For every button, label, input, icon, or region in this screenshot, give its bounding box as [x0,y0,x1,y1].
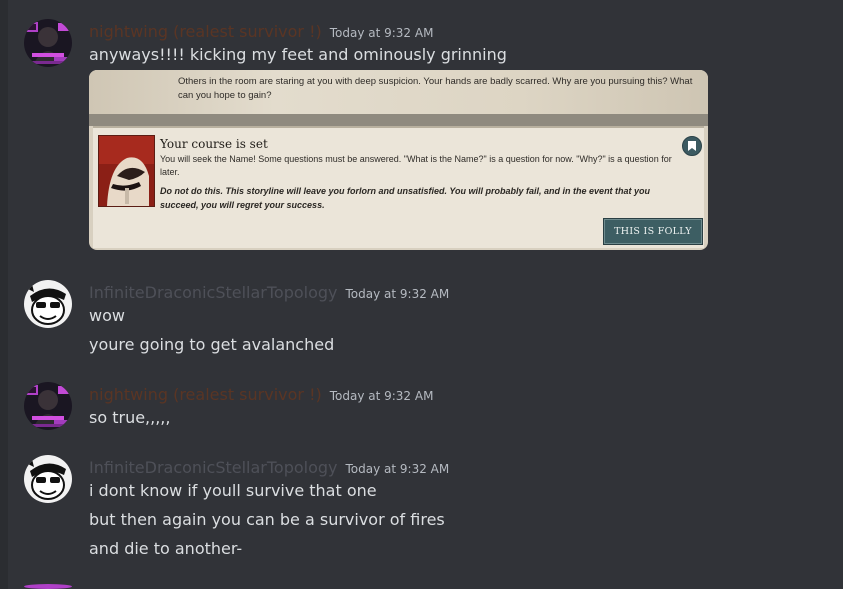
message-text: wow [89,306,125,325]
message-header: InfiniteDraconicStellarTopology Today at … [89,458,449,477]
avatar[interactable] [24,455,72,503]
author-name[interactable]: nightwing (realest survivor !) [89,22,322,41]
timestamp: Today at 9:32 AM [329,389,434,403]
author-name[interactable]: InfiniteDraconicStellarTopology [89,283,338,302]
message-text: but then again you can be a survivor of … [89,510,445,529]
storylet-title: Your course is set [160,137,268,151]
message-header: nightwing (realest survivor !) Today at 9… [89,385,433,404]
avatar[interactable] [24,280,72,328]
storylet-body: You will seek the Name! Some questions m… [160,154,672,177]
left-strip [0,0,8,589]
avatar[interactable] [24,382,72,430]
timestamp: Today at 9:32 AM [329,26,434,40]
embed-top-panel: Others in the room are staring at you wi… [89,70,708,114]
timestamp: Today at 9:32 AM [345,462,450,476]
storylet-image [98,135,155,207]
bookmark-icon[interactable] [682,136,702,156]
storylet-card: Your course is set You will seek the Nam… [93,126,704,248]
author-name[interactable]: InfiniteDraconicStellarTopology [89,458,338,477]
embed-top-text: Others in the room are staring at you wi… [178,76,693,101]
avatar[interactable] [24,584,72,589]
game-screenshot-embed[interactable]: Others in the room are staring at you wi… [89,70,708,250]
message-header: nightwing (realest survivor !) Today at 9… [89,22,433,41]
embed-divider [89,114,708,126]
message-text: and die to another- [89,539,243,558]
message-header: InfiniteDraconicStellarTopology Today at … [89,283,449,302]
message-text: youre going to get avalanched [89,335,335,354]
avatar[interactable] [24,19,72,67]
message-text: i dont know if youll survive that one [89,481,377,500]
message-text: anyways!!!! kicking my feet and ominousl… [89,45,507,64]
message-text: so true,,,,, [89,408,171,427]
timestamp: Today at 9:32 AM [345,287,450,301]
this-is-folly-button[interactable]: THIS IS FOLLY [603,218,703,245]
storylet-warning: Do not do this. This storyline will leav… [160,186,651,210]
author-name[interactable]: nightwing (realest survivor !) [89,385,322,404]
